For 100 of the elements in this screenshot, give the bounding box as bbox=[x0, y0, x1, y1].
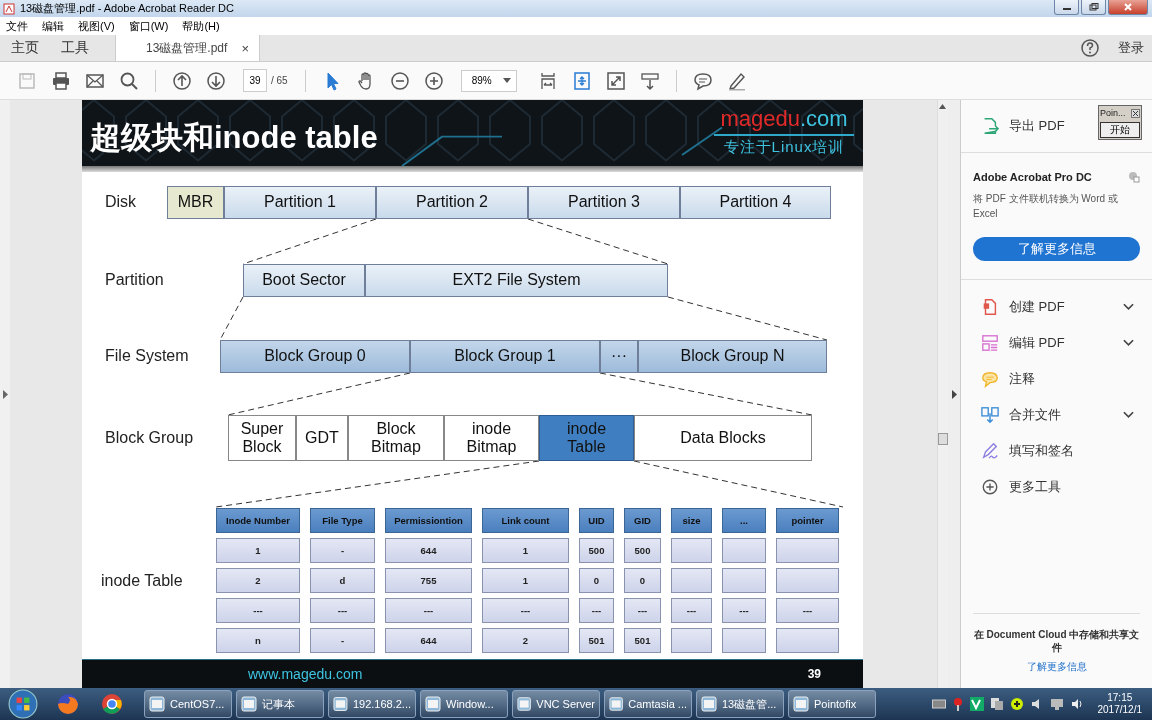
tool-item[interactable]: 更多工具 bbox=[1009, 478, 1061, 496]
browser-icon[interactable] bbox=[100, 692, 124, 716]
minimize-button[interactable] bbox=[1054, 0, 1079, 15]
app-icon bbox=[701, 696, 717, 712]
table-cell: - bbox=[310, 628, 375, 653]
taskbar-button[interactable]: 192.168.2... bbox=[328, 690, 416, 718]
table-cell: 500 bbox=[579, 538, 614, 563]
table-cell bbox=[776, 568, 839, 593]
app-icon bbox=[333, 696, 348, 712]
tool-item[interactable]: 填写和签名 bbox=[1009, 442, 1074, 460]
menu-item[interactable]: 文件 bbox=[6, 18, 28, 34]
taskbar-button[interactable]: Pointofix bbox=[788, 690, 876, 718]
taskbar-button[interactable]: CentOS7... bbox=[144, 690, 232, 718]
table-cell: d bbox=[310, 568, 375, 593]
scroll-mode-icon[interactable] bbox=[639, 70, 660, 91]
search-icon[interactable] bbox=[119, 70, 139, 91]
table-cell: 501 bbox=[624, 628, 661, 653]
slide-title: 超级块和inode table bbox=[90, 119, 378, 157]
table-cell: 644 bbox=[385, 628, 472, 653]
tool-item[interactable]: 合并文件 bbox=[1009, 406, 1061, 424]
diagram-box: Block Group N bbox=[638, 340, 827, 373]
diagram-box: ··· bbox=[600, 340, 638, 373]
comment-icon[interactable] bbox=[692, 70, 713, 91]
diagram-box: GDT bbox=[296, 415, 348, 461]
collapse-arrow-icon[interactable] bbox=[951, 389, 957, 399]
learn-more-button[interactable]: 了解更多信息 bbox=[973, 237, 1140, 261]
tab[interactable]: 13磁盘管理.pdf × bbox=[115, 35, 260, 61]
pin-icon[interactable] bbox=[951, 697, 964, 711]
pen-icon[interactable] bbox=[726, 70, 747, 91]
diagram-box: Block Bitmap bbox=[348, 415, 444, 461]
row-label: Disk bbox=[105, 193, 137, 211]
start-button[interactable]: 开始 bbox=[1100, 122, 1140, 138]
table-cell: n bbox=[216, 628, 300, 653]
taskbar-button[interactable]: Camtasia ... bbox=[604, 690, 692, 718]
table-cell bbox=[671, 568, 712, 593]
table-cell: 2 bbox=[482, 628, 569, 653]
table-cell: - bbox=[310, 538, 375, 563]
menu-item[interactable]: 窗口(W) bbox=[128, 18, 169, 34]
table-cell: --- bbox=[310, 598, 375, 623]
restore-button[interactable] bbox=[1081, 0, 1106, 15]
plus-circle-icon bbox=[981, 478, 999, 496]
menu-item[interactable]: 视图(V) bbox=[78, 18, 115, 34]
dashed-guide-line bbox=[219, 296, 244, 341]
tool-item[interactable]: 创建 PDF bbox=[1009, 298, 1065, 316]
full-screen-icon[interactable] bbox=[605, 70, 626, 91]
zoom-dropdown[interactable]: 89% bbox=[460, 69, 517, 92]
status-icon[interactable] bbox=[1009, 697, 1024, 711]
arrow-up-icon[interactable] bbox=[172, 70, 192, 91]
menu-item[interactable]: 帮助(H) bbox=[182, 18, 220, 34]
scroll-up-icon[interactable] bbox=[939, 104, 946, 109]
sign-in-link[interactable]: 登录 bbox=[1118, 39, 1144, 57]
taskbar-button[interactable]: 记事本 bbox=[236, 690, 324, 718]
start-button[interactable] bbox=[8, 689, 38, 719]
logo: magedu.com bbox=[720, 106, 848, 132]
table-cell bbox=[722, 568, 766, 593]
pointofix-title: Poin... bbox=[1100, 108, 1126, 118]
vertical-scrollbar[interactable] bbox=[937, 100, 948, 688]
chevron-down-icon[interactable] bbox=[1123, 411, 1134, 419]
chevron-down-icon[interactable] bbox=[1123, 339, 1134, 347]
scroll-thumb[interactable] bbox=[938, 433, 948, 445]
expand-arrow-icon[interactable] bbox=[2, 389, 8, 399]
table-cell: 0 bbox=[579, 568, 614, 593]
diagram-box: Partition 1 bbox=[224, 186, 376, 219]
table-cell: --- bbox=[482, 598, 569, 623]
learn-more-link[interactable]: 了解更多信息 bbox=[1026, 660, 1087, 674]
monitor-icon[interactable] bbox=[1049, 697, 1064, 711]
column-header: pointer bbox=[776, 508, 839, 533]
keyboard-icon[interactable] bbox=[931, 698, 946, 710]
table-cell: --- bbox=[579, 598, 614, 623]
zoom-in-icon[interactable] bbox=[423, 70, 444, 91]
copy-icon[interactable] bbox=[989, 697, 1004, 711]
taskbar-button[interactable]: VNC Server bbox=[512, 690, 600, 718]
tab[interactable]: 主页 bbox=[0, 35, 50, 61]
tool-item[interactable]: 编辑 PDF bbox=[1009, 334, 1065, 352]
logo-tagline: 专注于Linux培训 bbox=[723, 138, 845, 157]
print-icon[interactable] bbox=[51, 70, 71, 91]
vnc-icon[interactable] bbox=[969, 697, 984, 711]
arrow-down-icon[interactable] bbox=[206, 70, 226, 91]
taskbar-button[interactable]: Window... bbox=[420, 690, 508, 718]
diagram-box: Block Group 0 bbox=[220, 340, 410, 373]
table-cell: 1 bbox=[482, 538, 569, 563]
export-pdf-item[interactable]: 导出 PDF bbox=[1009, 117, 1065, 135]
app-icon bbox=[149, 696, 165, 712]
diagram-box: Block Group 1 bbox=[410, 340, 600, 373]
comment-icon bbox=[981, 370, 999, 388]
volume-icon[interactable] bbox=[1069, 697, 1084, 711]
row-label: Partition bbox=[105, 271, 164, 289]
tool-item[interactable]: 注释 bbox=[1009, 370, 1035, 388]
taskbar-button[interactable]: 13磁盘管... bbox=[696, 690, 784, 718]
close-tab-icon[interactable]: × bbox=[241, 40, 249, 56]
help-icon[interactable] bbox=[1080, 38, 1100, 58]
close-icon[interactable] bbox=[1131, 108, 1140, 118]
chevron-down-icon[interactable] bbox=[1123, 303, 1134, 311]
page-number-field[interactable]: 39 bbox=[243, 69, 267, 92]
close-button[interactable] bbox=[1108, 0, 1148, 15]
page-count: / 65 bbox=[271, 75, 288, 86]
menu-item[interactable]: 编辑 bbox=[42, 18, 64, 34]
tab[interactable]: 工具 bbox=[50, 35, 100, 61]
diagram-box: Partition 2 bbox=[376, 186, 528, 219]
zoom-out-icon[interactable] bbox=[389, 70, 410, 91]
